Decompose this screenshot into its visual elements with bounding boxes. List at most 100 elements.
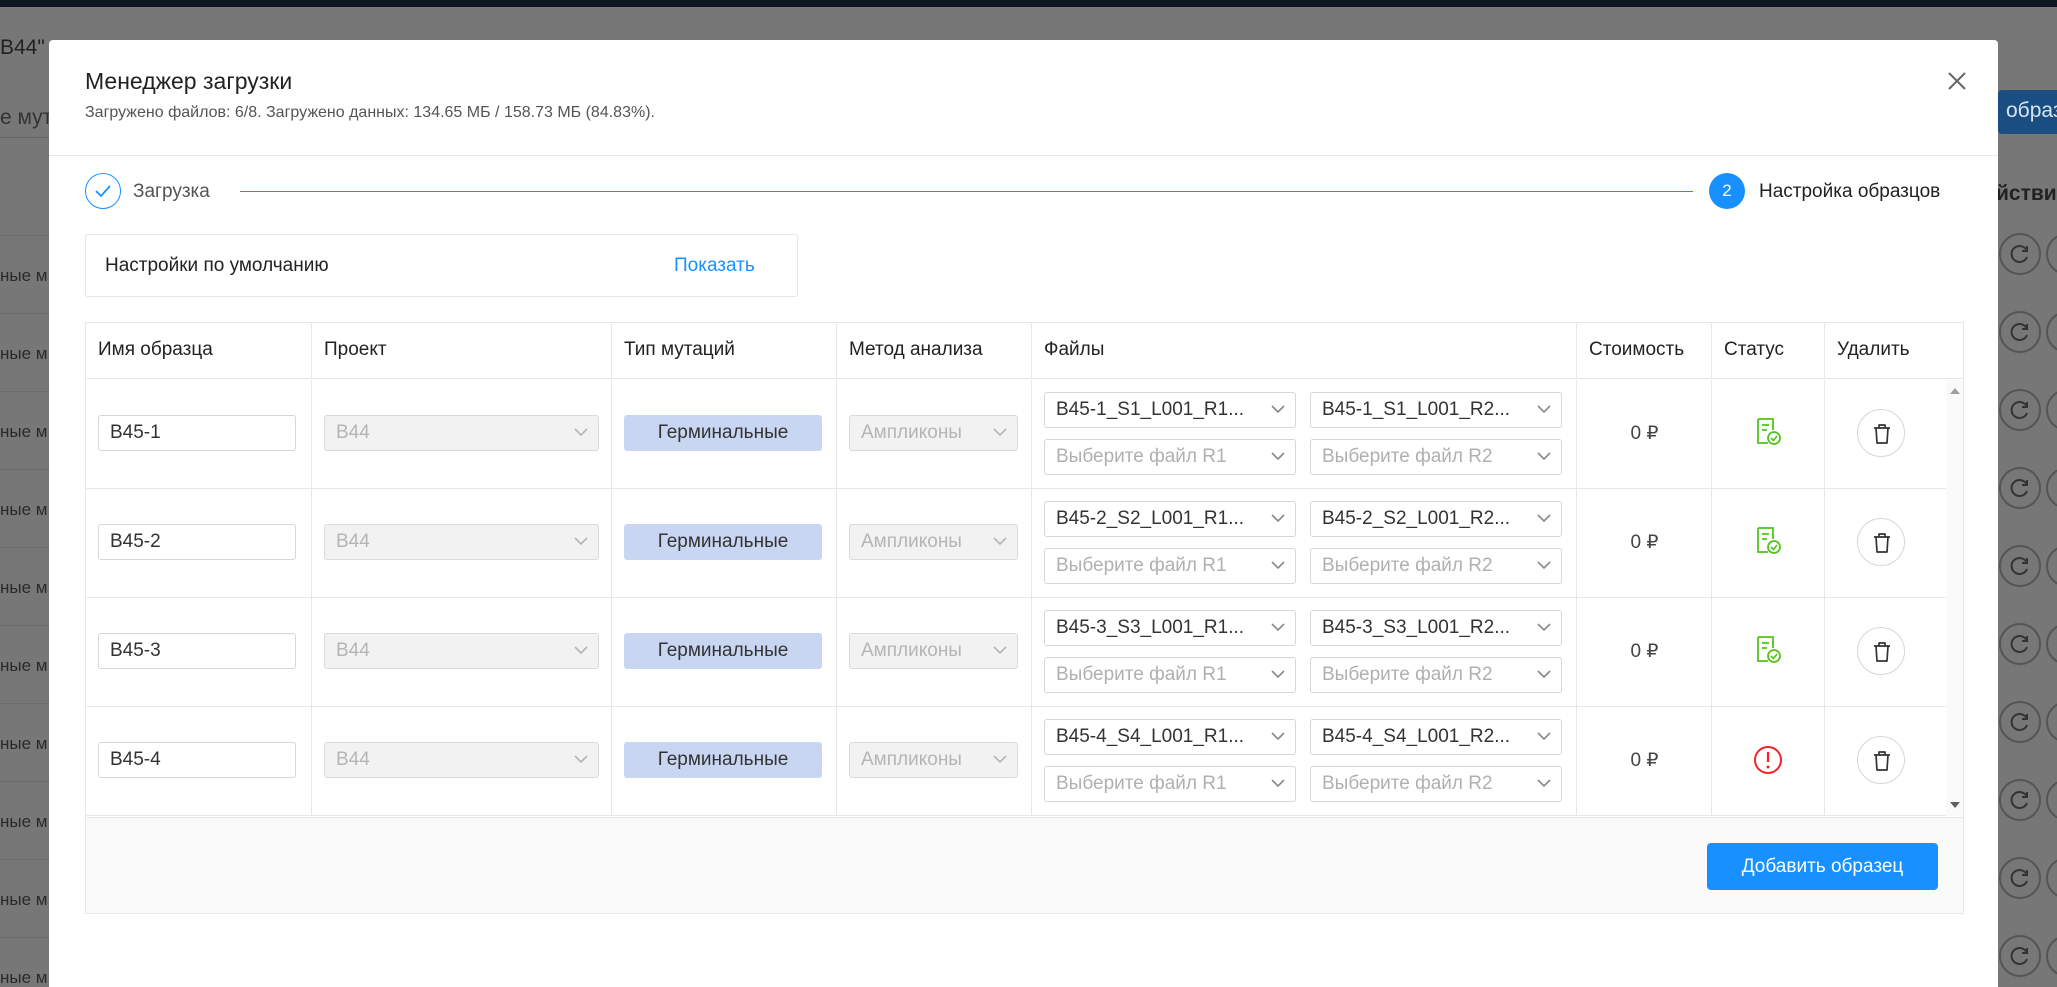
file-r1-extra-select[interactable]: Выберите файл R1	[1044, 439, 1296, 475]
header-cost: Стоимость	[1577, 323, 1712, 379]
default-settings-label: Настройки по умолчанию	[105, 255, 329, 276]
action-icon	[2046, 623, 2057, 665]
file-r2-placeholder: Выберите файл R2	[1322, 773, 1493, 794]
samples-table: Имя образца Проект Тип мутаций Метод ана…	[85, 322, 1964, 914]
cell-cost: 0 ₽	[1577, 598, 1712, 706]
file-r2-select[interactable]: B45-4_S4_L001_R2...	[1310, 719, 1562, 755]
file-r1-select[interactable]: B45-4_S4_L001_R1...	[1044, 719, 1296, 755]
sample-name-input[interactable]: B45-1	[98, 415, 296, 451]
background-row-label: ные м	[0, 937, 50, 987]
chevron-down-icon	[993, 428, 1007, 437]
delete-row-button[interactable]	[1857, 627, 1905, 675]
cell-sample-name: B45-2	[86, 489, 312, 597]
file-check-icon	[1757, 527, 1781, 554]
refresh-icon	[1999, 311, 2041, 353]
show-defaults-link[interactable]: Показать	[674, 255, 755, 277]
default-settings-card: Настройки по умолчанию Показать	[85, 234, 798, 297]
steps: Загрузка 2 Настройка образцов	[85, 173, 1965, 211]
cost-value: 0 ₽	[1630, 641, 1659, 662]
trash-icon	[1874, 424, 1890, 444]
table-scrollbar[interactable]	[1946, 380, 1963, 816]
scroll-up-arrow-icon[interactable]	[1950, 388, 1960, 394]
project-select-value: B44	[336, 749, 370, 770]
table-footer: Добавить образец	[86, 817, 1963, 913]
delete-row-button[interactable]	[1857, 736, 1905, 784]
header-files: Файлы	[1032, 323, 1577, 379]
file-r1-placeholder: Выберите файл R1	[1056, 664, 1227, 685]
file-r2-select[interactable]: B45-1_S1_L001_R2...	[1310, 392, 1562, 428]
project-select: B44	[324, 742, 599, 778]
project-select: B44	[324, 415, 599, 451]
file-r2-extra-select[interactable]: Выберите файл R2	[1310, 657, 1562, 693]
header-project: Проект	[312, 323, 612, 379]
header-analysis-method: Метод анализа	[837, 323, 1032, 379]
mutation-type-tag: Герминальные	[624, 524, 822, 560]
chevron-down-icon	[993, 646, 1007, 655]
refresh-icon	[1999, 857, 2041, 899]
analysis-method-select: Ампликоны	[849, 742, 1018, 778]
cell-analysis-method: Ампликоны	[837, 380, 1032, 488]
status-icon-slot	[1755, 525, 1781, 560]
cell-cost: 0 ₽	[1577, 489, 1712, 597]
action-icon	[2046, 467, 2057, 509]
file-r1-extra-select[interactable]: Выберите файл R1	[1044, 657, 1296, 693]
close-icon[interactable]	[1942, 66, 1972, 96]
status-icon-slot	[1755, 416, 1781, 451]
cell-project: B44	[312, 598, 612, 706]
add-sample-button[interactable]: Добавить образец	[1707, 843, 1938, 890]
refresh-icon	[1999, 623, 2041, 665]
project-select-value: B44	[336, 531, 370, 552]
cell-sample-name: B45-1	[86, 380, 312, 488]
action-icon	[2046, 779, 2057, 821]
chevron-down-icon	[574, 755, 588, 764]
file-r1-select[interactable]: B45-3_S3_L001_R1...	[1044, 610, 1296, 646]
chevron-down-icon	[1271, 779, 1285, 788]
sample-name-input[interactable]: B45-2	[98, 524, 296, 560]
error-icon	[1754, 746, 1782, 774]
table-row: B45-2 B44 Герминальные Ампликоны B45-2_S…	[86, 489, 1946, 598]
cell-project: B44	[312, 707, 612, 815]
file-r2-select[interactable]: B45-3_S3_L001_R2...	[1310, 610, 1562, 646]
cell-mutation-type: Герминальные	[612, 598, 837, 706]
header-delete: Удалить	[1837, 339, 1910, 360]
analysis-method-select: Ампликоны	[849, 415, 1018, 451]
file-r1-select[interactable]: B45-1_S1_L001_R1...	[1044, 392, 1296, 428]
upload-manager-modal: Менеджер загрузки Загружено файлов: 6/8.…	[49, 40, 1998, 987]
analysis-method-select: Ампликоны	[849, 633, 1018, 669]
file-r2-select[interactable]: B45-2_S2_L001_R2...	[1310, 501, 1562, 537]
chevron-down-icon	[1271, 561, 1285, 570]
step-upload-label[interactable]: Загрузка	[133, 181, 210, 203]
analysis-method-value: Ампликоны	[861, 749, 962, 770]
file-r1-placeholder: Выберите файл R1	[1056, 446, 1227, 467]
file-r1-extra-select[interactable]: Выберите файл R1	[1044, 766, 1296, 802]
background-row-label: ные м	[0, 625, 50, 703]
file-r2-extra-select[interactable]: Выберите файл R2	[1310, 439, 1562, 475]
file-r2-extra-select[interactable]: Выберите файл R2	[1310, 766, 1562, 802]
chevron-down-icon	[1537, 670, 1551, 679]
action-icon	[2046, 701, 2057, 743]
action-icon	[2046, 311, 2057, 353]
scroll-down-arrow-icon[interactable]	[1950, 802, 1960, 808]
analysis-method-value: Ампликоны	[861, 640, 962, 661]
upload-progress-text: Загружено файлов: 6/8. Загружено данных:…	[85, 104, 655, 121]
chevron-down-icon	[993, 537, 1007, 546]
delete-row-button[interactable]	[1857, 409, 1905, 457]
sample-name-input[interactable]: B45-3	[98, 633, 296, 669]
project-select: B44	[324, 524, 599, 560]
chevron-down-icon	[1271, 670, 1285, 679]
trash-icon	[1874, 751, 1890, 771]
action-icon	[2046, 389, 2057, 431]
cell-sample-name: B45-3	[86, 598, 312, 706]
header-status: Статус	[1712, 323, 1825, 379]
background-add-button: образ	[1998, 90, 2057, 134]
background-row-label: ные м	[0, 235, 50, 313]
file-r1-select[interactable]: B45-2_S2_L001_R1...	[1044, 501, 1296, 537]
file-r1-extra-select[interactable]: Выберите файл R1	[1044, 548, 1296, 584]
file-r2-placeholder: Выберите файл R2	[1322, 446, 1493, 467]
chevron-down-icon	[1537, 779, 1551, 788]
file-r2-extra-select[interactable]: Выберите файл R2	[1310, 548, 1562, 584]
delete-row-button[interactable]	[1857, 518, 1905, 566]
modal-header: Менеджер загрузки Загружено файлов: 6/8.…	[49, 40, 1998, 156]
sample-name-input[interactable]: B45-4	[98, 742, 296, 778]
project-select: B44	[324, 633, 599, 669]
